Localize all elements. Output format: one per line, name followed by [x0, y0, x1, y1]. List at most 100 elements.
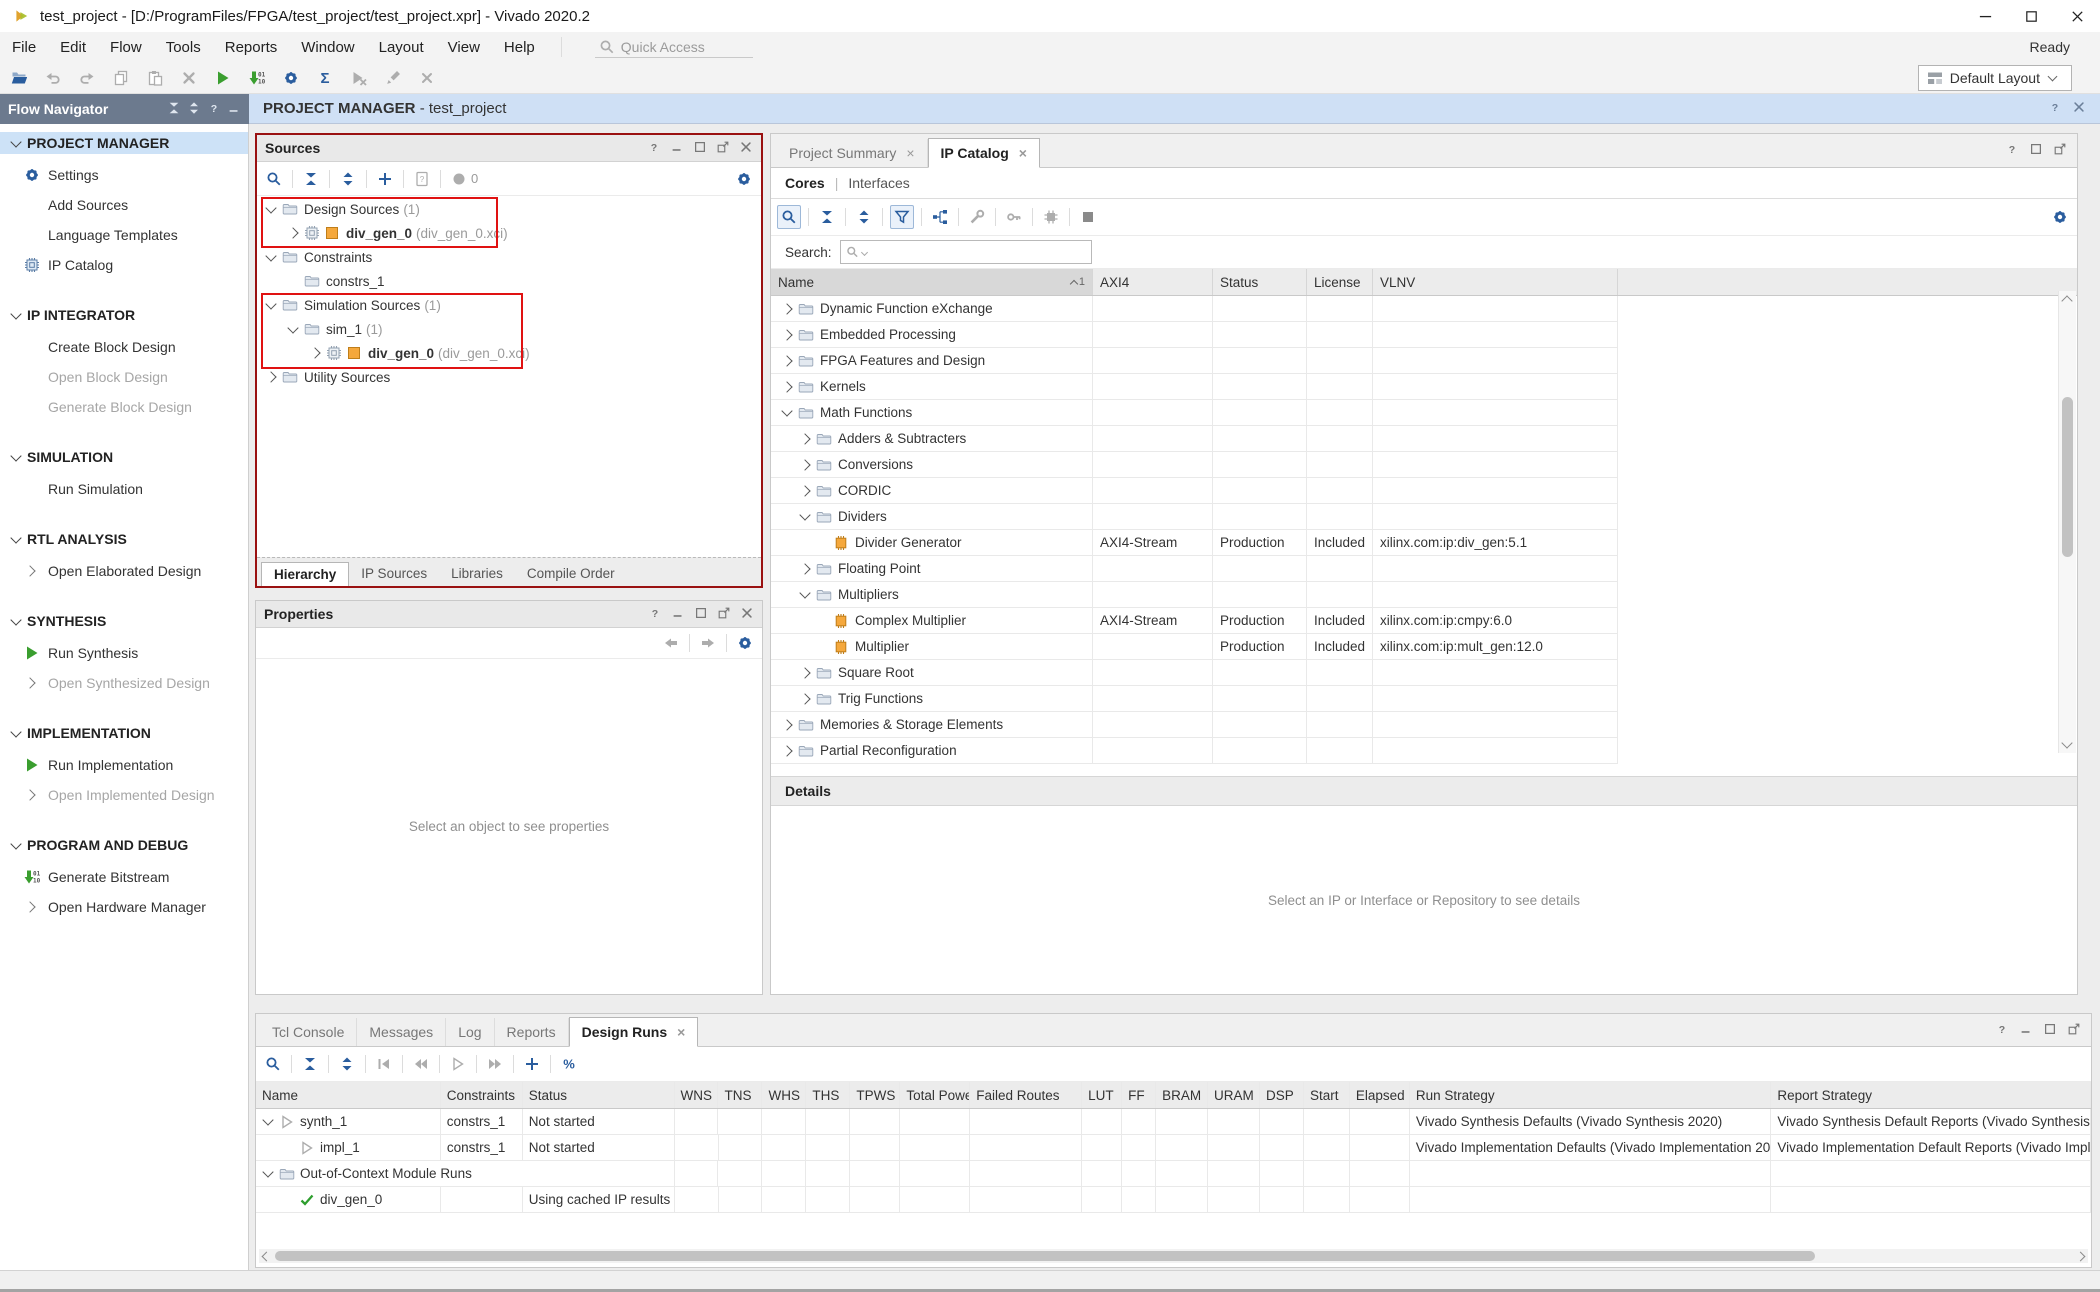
wrench-button[interactable] — [966, 206, 988, 228]
edit-disabled-button[interactable] — [382, 67, 404, 89]
search-button[interactable] — [263, 168, 285, 190]
chevron-down-icon[interactable] — [262, 1166, 273, 1177]
chevron-down-icon[interactable] — [265, 298, 276, 309]
column-header-axi4[interactable]: AXI4 — [1093, 269, 1213, 295]
runs-column-run-strategy[interactable]: Run Strategy — [1410, 1082, 1772, 1108]
flow-section-project-manager[interactable]: PROJECT MANAGER — [0, 132, 248, 154]
menu-flow[interactable]: Flow — [98, 35, 154, 60]
menu-file[interactable]: File — [0, 35, 48, 60]
panel-float-button[interactable] — [716, 140, 730, 157]
design-runs-horizontal-scrollbar[interactable] — [259, 1249, 2088, 1263]
catalog-item-fpga-features-and-design[interactable]: FPGA Features and Design — [771, 348, 1618, 374]
runs-column-status[interactable]: Status — [523, 1082, 675, 1108]
column-header-license[interactable]: License — [1307, 269, 1373, 295]
chevron-down-icon[interactable] — [781, 405, 792, 416]
flow-item-open-implemented-design[interactable]: Open Implemented Design — [0, 780, 248, 810]
expand-all-button[interactable] — [336, 1053, 358, 1075]
design-run-out-of-context-module-runs[interactable]: Out-of-Context Module Runs — [256, 1161, 2091, 1187]
catalog-item-cordic[interactable]: CORDIC — [771, 478, 1618, 504]
collapse-all-button[interactable] — [167, 101, 181, 118]
panel-help-button[interactable]: ? — [647, 140, 661, 157]
copy-button[interactable] — [110, 67, 132, 89]
stop-square-button[interactable] — [1077, 206, 1099, 228]
panel-float-button[interactable] — [2067, 1022, 2081, 1039]
source-item-constrs-1[interactable]: constrs_1 — [257, 269, 761, 293]
undo-button[interactable] — [42, 67, 64, 89]
expand-all-button[interactable] — [187, 101, 201, 118]
filter-button[interactable] — [890, 205, 914, 229]
window-maximize-button[interactable] — [2008, 1, 2054, 32]
runs-column-total-power[interactable]: Total Power — [900, 1082, 970, 1108]
panel-close-button[interactable] — [2072, 100, 2086, 118]
close-icon[interactable]: × — [906, 145, 914, 161]
runs-column-bram[interactable]: BRAM — [1156, 1082, 1208, 1108]
chevron-right-icon[interactable] — [781, 381, 792, 392]
search-button[interactable] — [262, 1053, 284, 1075]
flow-item-add-sources[interactable]: Add Sources — [0, 190, 248, 220]
catalog-item-trig-functions[interactable]: Trig Functions — [771, 686, 1618, 712]
close-icon[interactable]: × — [677, 1024, 685, 1040]
runs-column-lut[interactable]: LUT — [1082, 1082, 1122, 1108]
flow-section-implementation[interactable]: IMPLEMENTATION — [0, 722, 248, 744]
flow-item-run-synthesis[interactable]: Run Synthesis — [0, 638, 248, 668]
runs-column-constraints[interactable]: Constraints — [441, 1082, 523, 1108]
catalog-item-dividers[interactable]: Dividers — [771, 504, 1618, 530]
catalog-item-conversions[interactable]: Conversions — [771, 452, 1618, 478]
source-item-sim-1[interactable]: sim_1(1) — [257, 317, 761, 341]
catalog-item-partial-reconfiguration[interactable]: Partial Reconfiguration — [771, 738, 1618, 764]
runs-column-name[interactable]: Name — [256, 1082, 441, 1108]
panel-help-button[interactable]: ? — [207, 101, 221, 118]
flow-item-generate-bitstream[interactable]: 0110Generate Bitstream — [0, 862, 248, 892]
doc-question-button[interactable]: ? — [411, 168, 433, 190]
catalog-item-embedded-processing[interactable]: Embedded Processing — [771, 322, 1618, 348]
delete-button[interactable] — [178, 67, 200, 89]
collapse-all-button[interactable] — [300, 168, 322, 190]
catalog-item-multipliers[interactable]: Multipliers — [771, 582, 1618, 608]
chevron-right-icon[interactable] — [781, 303, 792, 314]
collapse-all-button[interactable] — [299, 1053, 321, 1075]
runs-column-elapsed[interactable]: Elapsed — [1350, 1082, 1410, 1108]
design-run-div-gen-0[interactable]: div_gen_0Using cached IP results — [256, 1187, 2091, 1213]
flow-item-generate-block-design[interactable]: Generate Block Design — [0, 392, 248, 422]
source-item-utility-sources[interactable]: Utility Sources — [257, 365, 761, 389]
report-sigma-button[interactable]: Σ — [314, 67, 336, 89]
column-header-name[interactable]: Name1 — [771, 269, 1093, 295]
chevron-down-icon[interactable] — [265, 202, 276, 213]
catalog-item-kernels[interactable]: Kernels — [771, 374, 1618, 400]
chevron-down-icon[interactable] — [799, 509, 810, 520]
scroll-down-icon[interactable] — [2061, 737, 2072, 748]
design-run-synth-1[interactable]: synth_1constrs_1Not startedVivado Synthe… — [256, 1109, 2091, 1135]
runs-column-tns[interactable]: TNS — [718, 1082, 762, 1108]
redo-button[interactable] — [76, 67, 98, 89]
expand-all-button[interactable] — [853, 206, 875, 228]
panel-help-button[interactable]: ? — [2048, 100, 2062, 118]
chevron-right-icon[interactable] — [287, 227, 298, 238]
catalog-item-divider-generator[interactable]: Divider GeneratorAXI4-StreamProductionIn… — [771, 530, 1618, 556]
view-interfaces[interactable]: Interfaces — [848, 175, 909, 191]
paste-button[interactable] — [144, 67, 166, 89]
doc-tab-project-summary[interactable]: Project Summary× — [777, 139, 928, 167]
chevron-right-icon[interactable] — [781, 355, 792, 366]
console-tab-log[interactable]: Log — [446, 1018, 494, 1046]
runs-column-wns[interactable]: WNS — [675, 1082, 719, 1108]
flow-section-rtl-analysis[interactable]: RTL ANALYSIS — [0, 528, 248, 550]
menu-view[interactable]: View — [436, 35, 492, 60]
chevron-right-icon[interactable] — [781, 329, 792, 340]
panel-min-button[interactable] — [2019, 1022, 2033, 1039]
search-button[interactable] — [777, 205, 801, 229]
key-button[interactable] — [1003, 206, 1025, 228]
panel-float-button[interactable] — [717, 606, 731, 623]
chevron-right-icon[interactable] — [799, 563, 810, 574]
flow-section-synthesis[interactable]: SYNTHESIS — [0, 610, 248, 632]
source-item-simulation-sources[interactable]: Simulation Sources(1) — [257, 293, 761, 317]
menu-layout[interactable]: Layout — [367, 35, 436, 60]
console-tab-tcl-console[interactable]: Tcl Console — [260, 1018, 357, 1046]
doc-tab-ip-catalog[interactable]: IP Catalog× — [928, 138, 1040, 168]
forward-arrow-button[interactable] — [697, 632, 719, 654]
close-icon[interactable]: × — [1019, 145, 1027, 161]
bitstream-button[interactable]: 0110 — [246, 67, 268, 89]
source-item-div-gen-0[interactable]: div_gen_0(div_gen_0.xci) — [257, 221, 761, 245]
panel-max-button[interactable] — [693, 140, 707, 157]
menu-help[interactable]: Help — [492, 35, 547, 60]
runs-column-dsp[interactable]: DSP — [1260, 1082, 1304, 1108]
